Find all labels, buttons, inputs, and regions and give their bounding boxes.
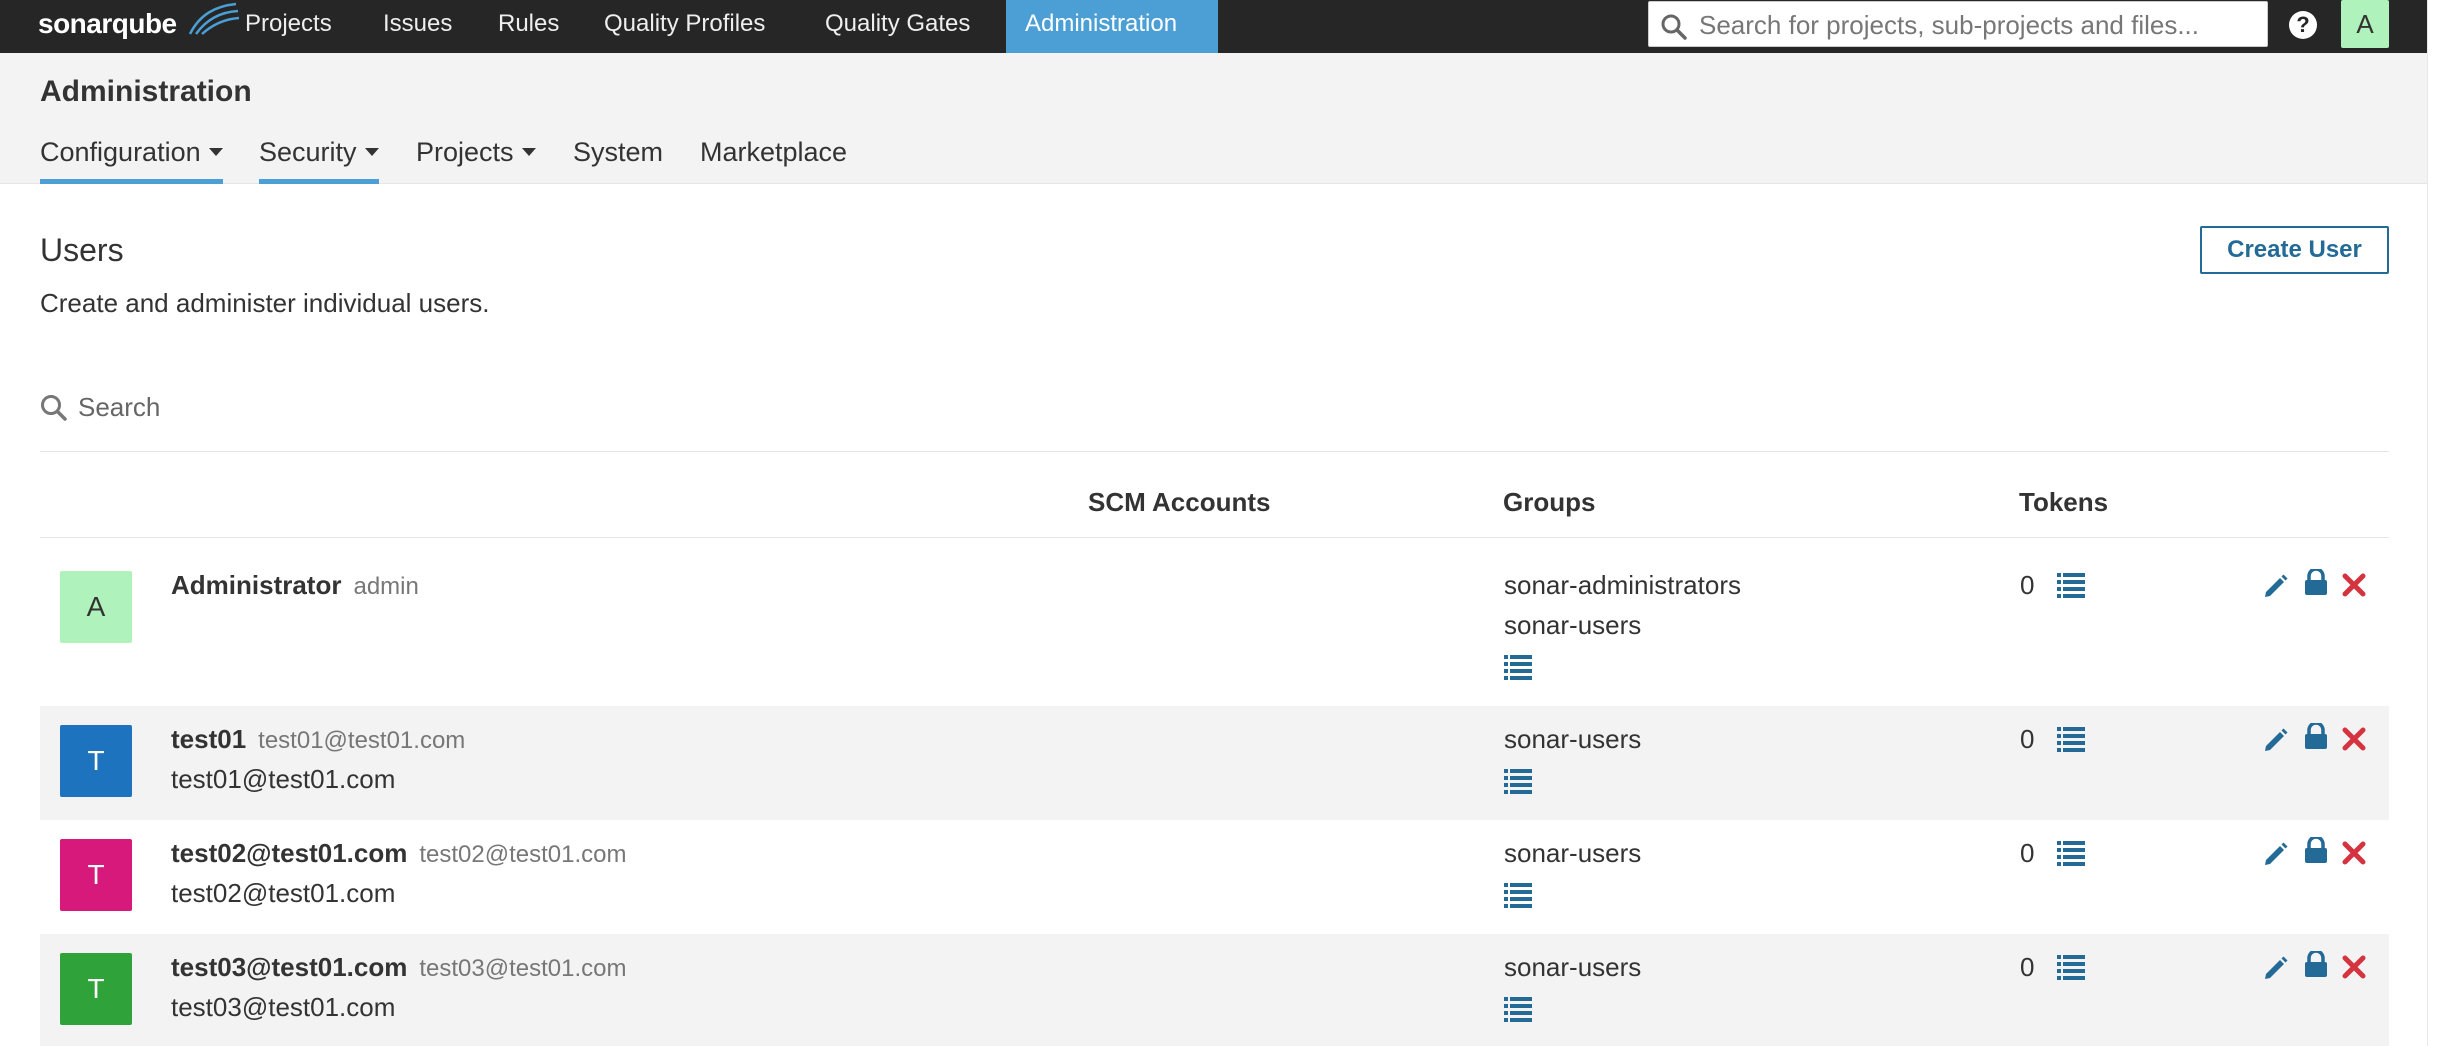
user-name: test01 test01@test01.com [171,724,465,755]
user-name: Administrator admin [171,570,419,601]
token-count: 0 [2020,724,2035,754]
user-display-name: test02@test01.com [171,838,408,868]
list-icon[interactable] [2057,726,2085,752]
list-icon[interactable] [2057,572,2085,598]
user-display-name: Administrator [171,570,342,600]
top-navbar: sonarqube Projects Issues Rules Quality … [0,0,2427,53]
header-groups: Groups [1503,487,1596,517]
user-email: test02@test01.com [171,878,396,908]
token-count: 0 [2020,838,2035,868]
users-description: Create and administer individual users. [40,288,490,318]
table-row: T test01 test01@test01.com test01@test01.… [40,706,2389,820]
pencil-icon[interactable] [2262,572,2288,598]
user-name: test02@test01.com test02@test01.com [171,838,627,869]
sonarqube-logo[interactable]: sonarqube [38,0,240,53]
tab-label: Projects [416,137,514,167]
avatar: T [60,725,132,797]
caret-down-icon [364,147,379,156]
tab-label: Security [259,137,357,167]
table-row: A Administrator admin sonar-administrator… [40,538,2389,706]
pencil-icon[interactable] [2262,954,2288,980]
user-email: test03@test01.com [171,992,396,1022]
nav-rules[interactable]: Rules [479,0,578,53]
lock-icon[interactable] [2303,837,2329,865]
pencil-icon[interactable] [2262,840,2288,866]
group-name: sonar-administrators [1504,570,1741,600]
global-search [1648,1,2268,47]
list-icon[interactable] [1504,882,1532,908]
search-icon [41,395,67,421]
tab-label: Configuration [40,137,201,167]
group-name: sonar-users [1504,838,1642,868]
tab-label: System [573,137,664,167]
nav-projects[interactable]: Projects [226,0,351,53]
list-icon[interactable] [1504,996,1532,1022]
lock-icon[interactable] [2303,723,2329,751]
user-display-name: test03@test01.com [171,952,408,982]
group-name: sonar-users [1504,610,1642,640]
user-display-name: test01 [171,724,247,754]
group-name: sonar-users [1504,724,1642,754]
table-row: T test03@test01.com test03@test01.com tes… [40,934,2389,1046]
user-email: test01@test01.com [171,764,396,794]
tab-marketplace[interactable]: Marketplace [700,137,847,184]
nav-quality-gates[interactable]: Quality Gates [806,0,989,53]
user-avatar[interactable]: A [2341,0,2389,48]
pencil-icon[interactable] [2262,726,2288,752]
tab-security[interactable]: Security [259,137,379,184]
user-login: test03@test01.com [419,955,627,982]
header-scm-accounts: SCM Accounts [1088,487,1271,517]
user-login: test01@test01.com [258,727,466,754]
nav-quality-profiles[interactable]: Quality Profiles [585,0,784,53]
avatar: A [60,571,132,643]
list-icon[interactable] [2057,954,2085,980]
page-title: Administration [40,75,252,108]
tab-configuration[interactable]: Configuration [40,137,223,184]
user-login: test02@test01.com [419,841,627,868]
list-icon[interactable] [1504,654,1532,680]
search-icon [1661,14,1687,40]
nav-issues[interactable]: Issues [364,0,471,53]
user-login: admin [353,573,419,600]
group-name: sonar-users [1504,952,1642,982]
admin-header: Administration Configuration Security Pr… [0,53,2427,184]
lock-icon[interactable] [2303,951,2329,979]
list-icon[interactable] [1504,768,1532,794]
lock-icon[interactable] [2303,569,2329,597]
table-row: T test02@test01.com test02@test01.com tes… [40,820,2389,934]
avatar: T [60,839,132,911]
close-icon[interactable] [2342,727,2366,751]
scrollbar[interactable] [2427,0,2460,1046]
close-icon[interactable] [2342,955,2366,979]
caret-down-icon [208,147,223,156]
logo-text: sonarqube [38,8,177,39]
token-count: 0 [2020,570,2035,600]
tab-projects[interactable]: Projects [416,137,536,184]
tab-system[interactable]: System [573,137,663,184]
help-icon[interactable]: ? [2289,11,2317,39]
tab-label: Marketplace [700,137,848,167]
global-search-input[interactable] [1699,10,2259,40]
users-title: Users [40,232,124,268]
token-count: 0 [2020,952,2035,982]
nav-administration[interactable]: Administration [1006,0,1218,53]
user-search [40,386,2389,452]
avatar: T [60,953,132,1025]
close-icon[interactable] [2342,841,2366,865]
create-user-button[interactable]: Create User [2200,226,2389,274]
caret-down-icon [521,147,536,156]
user-name: test03@test01.com test03@test01.com [171,952,627,983]
list-icon[interactable] [2057,840,2085,866]
user-search-input[interactable] [78,390,678,424]
close-icon[interactable] [2342,573,2366,597]
header-tokens: Tokens [2019,487,2109,517]
